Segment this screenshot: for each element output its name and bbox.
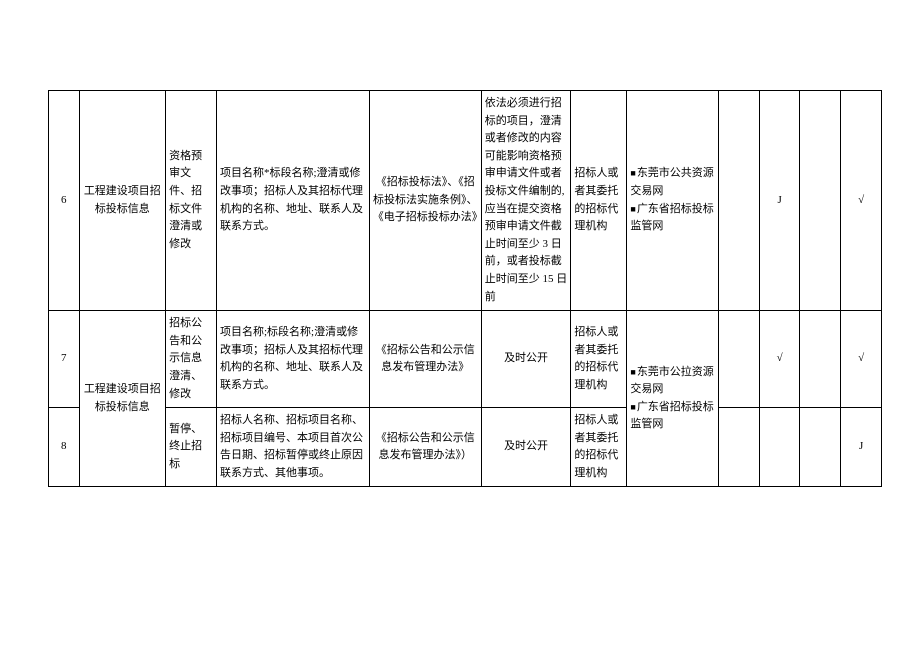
check-col: √	[759, 311, 800, 408]
check-col	[719, 311, 760, 408]
channel-item: 广东省招标投标监管网	[630, 399, 715, 434]
basis: 《招标公告和公示信息发布管理办法》	[369, 311, 481, 408]
check-col	[719, 91, 760, 311]
basis: 《招标公告和公示信息发布管理办法》）	[369, 408, 481, 487]
subject: 招标人或者其委托的招标代理机构	[571, 91, 627, 311]
time-limit: 依法必须进行招标的项目，澄清或者修改的内容可能影响资格预审申请文件或者投标文件编…	[481, 91, 571, 311]
check-col: √	[841, 311, 882, 408]
check-col: J	[841, 408, 882, 487]
table-row: 8 暂停、终止招标 招标人名称、招标项目名称、招标项目编号、本项目首次公告日期、…	[49, 408, 882, 487]
category: 工程建设项目招标投标信息	[79, 91, 166, 311]
subcategory: 资格预审文件、招标文件澄清或修改	[166, 91, 217, 311]
time-limit: 及时公开	[481, 408, 571, 487]
table-row: 7 工程建设项目招标投标信息 招标公告和公示信息澄清、修改 项目名称;标段名称;…	[49, 311, 882, 408]
check-col	[800, 311, 841, 408]
table-row: 6 工程建设项目招标投标信息 资格预审文件、招标文件澄清或修改 项目名称*标段名…	[49, 91, 882, 311]
channel: 东莞市公拉资源交易网 广东省招标投标监管网	[627, 311, 719, 487]
channel: 东莞市公共资源交易网 广东省招标投标监管网	[627, 91, 719, 311]
content: 项目名称*标段名称;澄清或修改事项；招标人及其招标代理机构的名称、地址、联系人及…	[217, 91, 370, 311]
content: 项目名称;标段名称;澄清或修改事项；招标人及其招标代理机构的名称、地址、联系人及…	[217, 311, 370, 408]
basis: 《招标投标法》、《招标投标法实施条例》、《电子招标投标办法》	[369, 91, 481, 311]
channel-item: 广东省招标投标监管网	[630, 201, 715, 236]
document-page: 6 工程建设项目招标投标信息 资格预审文件、招标文件澄清或修改 项目名称*标段名…	[0, 0, 920, 651]
row-index: 7	[49, 311, 80, 408]
subject: 招标人或者其委托的招标代理机构	[571, 408, 627, 487]
channel-item: 东莞市公共资源交易网	[630, 165, 715, 200]
subject: 招标人或者其委托的招标代理机构	[571, 311, 627, 408]
row-index: 8	[49, 408, 80, 487]
check-col	[800, 91, 841, 311]
subcategory: 招标公告和公示信息澄清、修改	[166, 311, 217, 408]
category: 工程建设项目招标投标信息	[79, 311, 166, 487]
check-col	[719, 408, 760, 487]
check-col: J	[759, 91, 800, 311]
check-col	[800, 408, 841, 487]
subcategory: 暂停、终止招标	[166, 408, 217, 487]
check-col	[759, 408, 800, 487]
channel-item: 东莞市公拉资源交易网	[630, 364, 715, 399]
info-table: 6 工程建设项目招标投标信息 资格预审文件、招标文件澄清或修改 项目名称*标段名…	[48, 90, 882, 487]
check-col: √	[841, 91, 882, 311]
time-limit: 及时公开	[481, 311, 571, 408]
row-index: 6	[49, 91, 80, 311]
content: 招标人名称、招标项目名称、招标项目编号、本项目首次公告日期、招标暂停或终止原因联…	[217, 408, 370, 487]
